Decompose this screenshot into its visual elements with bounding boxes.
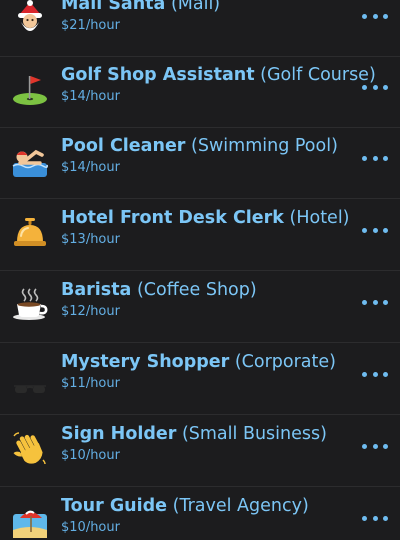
- job-wage: $21/hour: [61, 18, 120, 33]
- job-category: (Coffee Shop): [136, 280, 257, 300]
- job-row-pool-cleaner[interactable]: Pool Cleaner (Swimming Pool) $14/hour: [0, 128, 400, 199]
- more-options-button[interactable]: [362, 75, 388, 99]
- job-wage: $13/hour: [61, 232, 120, 247]
- job-category: (Travel Agency): [172, 496, 309, 516]
- more-options-button[interactable]: [362, 218, 388, 242]
- job-title: Mall Santa (Mall): [61, 0, 220, 16]
- sunglasses-icon: [12, 358, 48, 394]
- job-name: Hotel Front Desk Clerk: [61, 208, 284, 228]
- job-wage: $12/hour: [61, 304, 120, 319]
- job-row-barista[interactable]: Barista (Coffee Shop) $12/hour: [0, 272, 400, 343]
- coffee-cup-icon: [12, 286, 48, 322]
- swimmer-icon: [12, 142, 48, 178]
- job-category: (Mall): [170, 0, 221, 14]
- job-category: (Hotel): [289, 208, 350, 228]
- job-category: (Swimming Pool): [191, 136, 338, 156]
- job-title: Golf Shop Assistant (Golf Course): [61, 63, 376, 87]
- job-title: Hotel Front Desk Clerk (Hotel): [61, 206, 350, 230]
- job-category: (Small Business): [181, 424, 327, 444]
- job-row-mall-santa[interactable]: Mall Santa (Mall) $21/hour: [0, 0, 400, 57]
- waving-hand-icon: [12, 430, 48, 466]
- job-row-sign-holder[interactable]: Sign Holder (Small Business) $10/hour: [0, 416, 400, 487]
- job-row-golf-shop-assistant[interactable]: Golf Shop Assistant (Golf Course) $14/ho…: [0, 57, 400, 128]
- job-title: Barista (Coffee Shop): [61, 278, 257, 302]
- more-options-button[interactable]: [362, 434, 388, 458]
- more-options-button[interactable]: [362, 146, 388, 170]
- beach-umbrella-icon: [12, 502, 48, 538]
- more-options-button[interactable]: [362, 290, 388, 314]
- more-options-button[interactable]: [362, 506, 388, 530]
- job-name: Sign Holder: [61, 424, 177, 444]
- job-wage: $10/hour: [61, 520, 120, 535]
- job-name: Golf Shop Assistant: [61, 65, 255, 85]
- job-title: Pool Cleaner (Swimming Pool): [61, 134, 338, 158]
- job-row-hotel-front-desk-clerk[interactable]: Hotel Front Desk Clerk (Hotel) $13/hour: [0, 200, 400, 271]
- job-name: Pool Cleaner: [61, 136, 186, 156]
- job-category: (Corporate): [234, 352, 336, 372]
- job-category: (Golf Course): [260, 65, 376, 85]
- job-list: Mall Santa (Mall) $21/hour Golf Shop Ass…: [0, 0, 400, 540]
- golf-flag-icon: [12, 71, 48, 107]
- bellhop-bell-icon: [12, 214, 48, 250]
- job-title: Tour Guide (Travel Agency): [61, 494, 309, 518]
- job-title: Mystery Shopper (Corporate): [61, 350, 336, 374]
- job-name: Tour Guide: [61, 496, 168, 516]
- job-wage: $14/hour: [61, 89, 120, 104]
- more-options-button[interactable]: [362, 362, 388, 386]
- job-name: Mystery Shopper: [61, 352, 230, 372]
- job-name: Mall Santa: [61, 0, 166, 14]
- job-title: Sign Holder (Small Business): [61, 422, 327, 446]
- job-wage: $10/hour: [61, 448, 120, 463]
- job-wage: $14/hour: [61, 160, 120, 175]
- job-wage: $11/hour: [61, 376, 120, 391]
- job-row-mystery-shopper[interactable]: Mystery Shopper (Corporate) $11/hour: [0, 344, 400, 415]
- job-name: Barista: [61, 280, 132, 300]
- santa-icon: [12, 0, 48, 36]
- more-options-button[interactable]: [362, 4, 388, 28]
- job-row-tour-guide[interactable]: Tour Guide (Travel Agency) $10/hour: [0, 488, 400, 540]
